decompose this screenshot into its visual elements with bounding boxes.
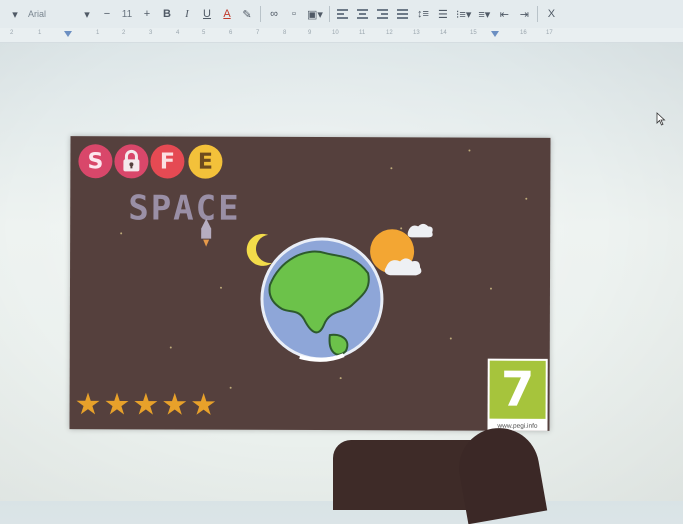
font-size-increase-button[interactable]: + — [140, 5, 154, 23]
ruler-tick: 3 — [149, 30, 153, 36]
clear-formatting-button[interactable]: X — [544, 5, 558, 23]
background-star — [219, 286, 222, 289]
font-size-decrease-button[interactable]: − — [100, 5, 114, 23]
rating-star-icon: ★ — [161, 388, 189, 422]
toolbar-divider — [328, 6, 330, 22]
align-left-icon[interactable] — [336, 5, 350, 23]
rating-star-icon: ★ — [132, 388, 160, 422]
align-justify-icon[interactable] — [396, 5, 410, 23]
ruler-tick: 7 — [256, 30, 260, 36]
background-star — [169, 346, 172, 349]
background-star — [120, 232, 123, 235]
rating-star-icon: ★ — [103, 388, 131, 422]
background-star — [390, 167, 393, 170]
ruler-tick: 8 — [283, 30, 287, 36]
link-icon[interactable]: ∞ — [267, 5, 281, 23]
underline-button[interactable]: U — [200, 5, 214, 23]
pegi-rating-badge: 7 www.pegi.info — [487, 358, 548, 431]
ruler[interactable]: 2 1 1 2 3 4 5 6 7 8 9 10 11 12 13 14 15 … — [0, 28, 683, 43]
embedded-game-cover-image[interactable]: S F E SPACE 7 www.pegi.info ★ ★ ★ ★ ★ — [69, 136, 551, 431]
background-star — [339, 377, 342, 380]
ruler-tick: 4 — [176, 30, 180, 36]
ruler-tick: 1 — [96, 30, 100, 36]
ruler-tick: 14 — [440, 30, 447, 36]
logo-letter-e: E — [188, 144, 223, 179]
decrease-indent-icon[interactable]: ⇤ — [497, 5, 511, 23]
logo-letter-s: S — [78, 144, 113, 179]
padlock-icon — [114, 144, 149, 179]
background-star — [229, 386, 232, 389]
background-star — [525, 197, 528, 200]
background-star — [449, 337, 452, 340]
background-star — [489, 287, 492, 290]
font-name-select[interactable]: Arial — [28, 9, 74, 19]
comment-icon[interactable]: ▫ — [287, 5, 301, 23]
ruler-tick: 6 — [229, 30, 233, 36]
text-color-button[interactable]: A — [220, 5, 234, 23]
ruler-tick: 10 — [332, 30, 339, 36]
rocket-icon — [201, 218, 212, 247]
align-center-icon[interactable] — [356, 5, 370, 23]
highlight-pen-icon[interactable]: ✎ — [240, 5, 254, 23]
italic-button[interactable]: I — [180, 5, 194, 23]
bold-button[interactable]: B — [160, 5, 174, 23]
increase-indent-icon[interactable]: ⇥ — [517, 5, 531, 23]
space-title: SPACE — [128, 188, 241, 229]
numbered-list-icon[interactable]: ≡▾ — [477, 5, 491, 23]
ruler-tick: 1 — [38, 30, 42, 36]
ruler-tick: 11 — [359, 30, 366, 36]
cursor-icon — [656, 112, 666, 126]
ruler-tick: 2 — [122, 30, 126, 36]
right-indent-marker-icon[interactable] — [491, 31, 499, 37]
indent-marker-icon[interactable] — [64, 31, 72, 37]
background-star — [468, 149, 471, 152]
pegi-green-box: 7 — [489, 360, 546, 419]
chevron-down-icon[interactable]: ▾ — [8, 5, 22, 23]
ruler-tick: 13 — [413, 30, 420, 36]
presenter-thumb-shadow — [452, 421, 548, 524]
align-right-icon[interactable] — [376, 5, 390, 23]
sun-cloud-icon — [370, 223, 433, 276]
ruler-tick: 16 — [520, 30, 527, 36]
pegi-number: 7 — [500, 361, 535, 418]
rating-star-icon: ★ — [74, 388, 102, 422]
image-icon[interactable]: ▣▾ — [307, 5, 323, 23]
star-rating: ★ ★ ★ ★ ★ — [74, 388, 218, 422]
ruler-tick: 5 — [202, 30, 206, 36]
toolbar-divider — [260, 6, 261, 22]
bulleted-list-icon[interactable]: ⁝≡▾ — [456, 5, 471, 23]
logo-letter-f: F — [150, 144, 185, 179]
ruler-tick: 15 — [470, 30, 477, 36]
ruler-tick: 12 — [386, 30, 393, 36]
ruler-tick: 2 — [10, 30, 14, 36]
font-dropdown-icon[interactable]: ▾ — [80, 5, 94, 23]
font-size-field[interactable]: 11 — [120, 5, 134, 23]
toolbar-divider — [537, 6, 539, 22]
checklist-icon[interactable]: ☰ — [436, 5, 450, 23]
ruler-tick: 17 — [546, 30, 553, 36]
rating-star-icon: ★ — [190, 388, 218, 422]
line-spacing-icon[interactable]: ↕≡ — [416, 5, 430, 23]
editor-toolbar: ▾ Arial ▾ − 11 + B I U A ✎ ∞ ▫ ▣▾ ↕≡ ☰ ⁝… — [0, 0, 683, 28]
ruler-tick: 9 — [308, 30, 312, 36]
